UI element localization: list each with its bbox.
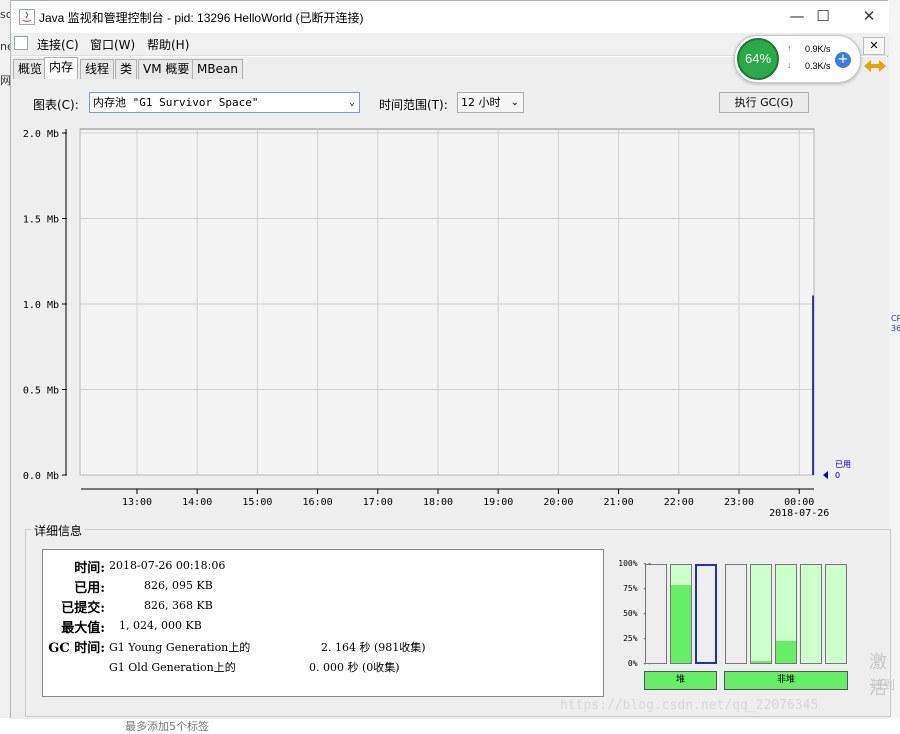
- maximize-button[interactable]: ☐: [803, 5, 843, 29]
- pool-bar-used: [751, 661, 771, 663]
- watermark: https://blog.csdn.net/qq_22076345: [560, 698, 819, 713]
- committed-value: 826, 368 KB: [144, 599, 213, 612]
- time-range-value: 12 小时: [461, 96, 501, 109]
- x-tick-label: 17:00: [363, 497, 393, 508]
- download-speed: 0.3K/s: [805, 61, 831, 71]
- tab-overview[interactable]: 概览: [13, 59, 48, 79]
- used-key: 已用:: [74, 581, 105, 596]
- time-range-label: 时间范围(T):: [379, 98, 448, 112]
- x-tick-label: 22:00: [664, 497, 694, 508]
- legend-series-value: 0: [835, 471, 840, 480]
- details-title: 详细信息: [31, 522, 86, 539]
- pool-bar[interactable]: [670, 564, 692, 664]
- nonheap-button[interactable]: 非堆: [724, 671, 848, 690]
- title-bar: Java 监视和管理控制台 - pid: 13296 HelloWorld (已…: [11, 1, 889, 33]
- jconsole-window: Java 监视和管理控制台 - pid: 13296 HelloWorld (已…: [10, 0, 891, 719]
- x-tick-label: 00:00: [784, 497, 814, 508]
- tab-mbean[interactable]: MBean: [192, 59, 243, 79]
- tab-threads[interactable]: 线程: [80, 59, 115, 79]
- gc-old-value: 0. 000 秒 (0收集): [309, 661, 400, 674]
- pool-bar[interactable]: [695, 564, 717, 664]
- x-tick-label: 21:00: [604, 497, 634, 508]
- legend-marker: [823, 471, 828, 479]
- pool-bar-committed: [751, 565, 771, 663]
- time-value: 2018-07-26 00:18:06: [109, 559, 226, 572]
- add-icon[interactable]: +: [835, 52, 851, 68]
- pool-bar[interactable]: [645, 564, 667, 664]
- details-info-box: 时间: 2018-07-26 00:18:06 已用: 826, 095 KB …: [42, 549, 604, 697]
- bg-text: 最多添加5个标签: [125, 720, 209, 733]
- max-key: 最大值:: [61, 621, 105, 636]
- x-tick-label: 16:00: [303, 497, 333, 508]
- time-key: 时间:: [74, 561, 105, 576]
- x-tick-label: 19:00: [483, 497, 513, 508]
- x-tick-label: 15:00: [242, 497, 272, 508]
- bg-text: CP: [891, 314, 900, 323]
- bg-text: 36: [891, 324, 900, 333]
- y-tick-label: 2.0 Mb: [23, 129, 59, 140]
- x-tick-label: 23:00: [724, 497, 754, 508]
- close-button[interactable]: ✕: [849, 5, 889, 29]
- chevron-down-icon: ⌄: [510, 97, 519, 108]
- memory-percent-circle: 64%: [737, 38, 779, 80]
- gc-young-value: 2. 164 秒 (981收集): [321, 641, 426, 654]
- internal-frame-icon: [14, 36, 28, 50]
- tab-classes[interactable]: 类: [115, 59, 138, 79]
- window-title: Java 监视和管理控制台 - pid: 13296 HelloWorld (已…: [39, 11, 364, 25]
- time-range-select[interactable]: 12 小时 ⌄: [457, 92, 524, 113]
- perform-gc-button[interactable]: 执行 GC(G): [719, 92, 809, 113]
- tab-memory[interactable]: 内存: [44, 57, 79, 79]
- x-date-label: 2018-07-26: [769, 508, 829, 519]
- tab-vm-summary[interactable]: VM 概要: [138, 59, 195, 79]
- y-tick-label: 0.5 Mb: [23, 386, 59, 397]
- chart-select-value: 内存池 "G1 Survivor Space": [93, 96, 259, 109]
- chart-select[interactable]: 内存池 "G1 Survivor Space" ⌄: [89, 92, 360, 113]
- pool-bar-used: [776, 641, 796, 663]
- java-icon: [19, 9, 35, 25]
- memory-chart: 2.0 Mb 1.5 Mb 1.0 Mb 0.5 Mb 0.0 Mb 13:00 14:00…: [11, 119, 889, 519]
- pool-bar-committed: [801, 565, 821, 663]
- plugin-arrows-icon[interactable]: [862, 57, 888, 75]
- gc-time-key: GC 时间:: [48, 641, 105, 656]
- heap-button[interactable]: 堆: [644, 671, 717, 690]
- network-speed-widget[interactable]: 64% ↑ 0.9K/s ↓ 0.3K/s +: [734, 35, 861, 83]
- goto-text: 转到: [871, 678, 896, 692]
- x-tick-label: 20:00: [543, 497, 573, 508]
- menu-connection[interactable]: 连接(C): [37, 36, 79, 53]
- pool-bar-used: [671, 584, 691, 663]
- plot-area: [79, 128, 815, 476]
- chart-svg: 2.0 Mb 1.5 Mb 1.0 Mb 0.5 Mb 0.0 Mb 13:00 14:00…: [23, 128, 851, 519]
- used-value: 826, 095 KB: [144, 579, 213, 592]
- pool-bar[interactable]: [800, 564, 822, 664]
- x-tick-label: 13:00: [122, 497, 152, 508]
- legend-series-name: 已用: [835, 460, 851, 469]
- pool-bar-committed: [826, 565, 846, 663]
- menu-window[interactable]: 窗口(W): [90, 36, 135, 53]
- arrow-down-icon: ↓: [787, 60, 792, 70]
- chart-label: 图表(C):: [33, 98, 79, 112]
- x-tick-label: 14:00: [182, 497, 212, 508]
- pool-bar[interactable]: [750, 564, 772, 664]
- committed-key: 已提交:: [61, 601, 105, 616]
- y-tick-label: 0.0 Mb: [23, 471, 59, 482]
- pool-bar[interactable]: [825, 564, 847, 664]
- y-tick-label: 1.5 Mb: [23, 215, 59, 226]
- gc-young-name: G1 Young Generation上的: [109, 641, 251, 654]
- y-tick-label: 1.0 Mb: [23, 300, 59, 311]
- background-bottom-strip: 最多添加5个标签: [0, 718, 900, 733]
- menu-help[interactable]: 帮助(H): [147, 36, 189, 53]
- inner-close-button[interactable]: ✕: [863, 37, 885, 55]
- upload-speed: 0.9K/s: [805, 44, 831, 54]
- chevron-down-icon: ⌄: [348, 97, 355, 108]
- max-value: 1, 024, 000 KB: [119, 619, 202, 632]
- x-tick-label: 18:00: [423, 497, 453, 508]
- gc-old-name: G1 Old Generation上的: [109, 661, 236, 674]
- pool-bar[interactable]: [725, 564, 747, 664]
- arrow-up-icon: ↑: [787, 43, 792, 53]
- pool-bar[interactable]: [775, 564, 797, 664]
